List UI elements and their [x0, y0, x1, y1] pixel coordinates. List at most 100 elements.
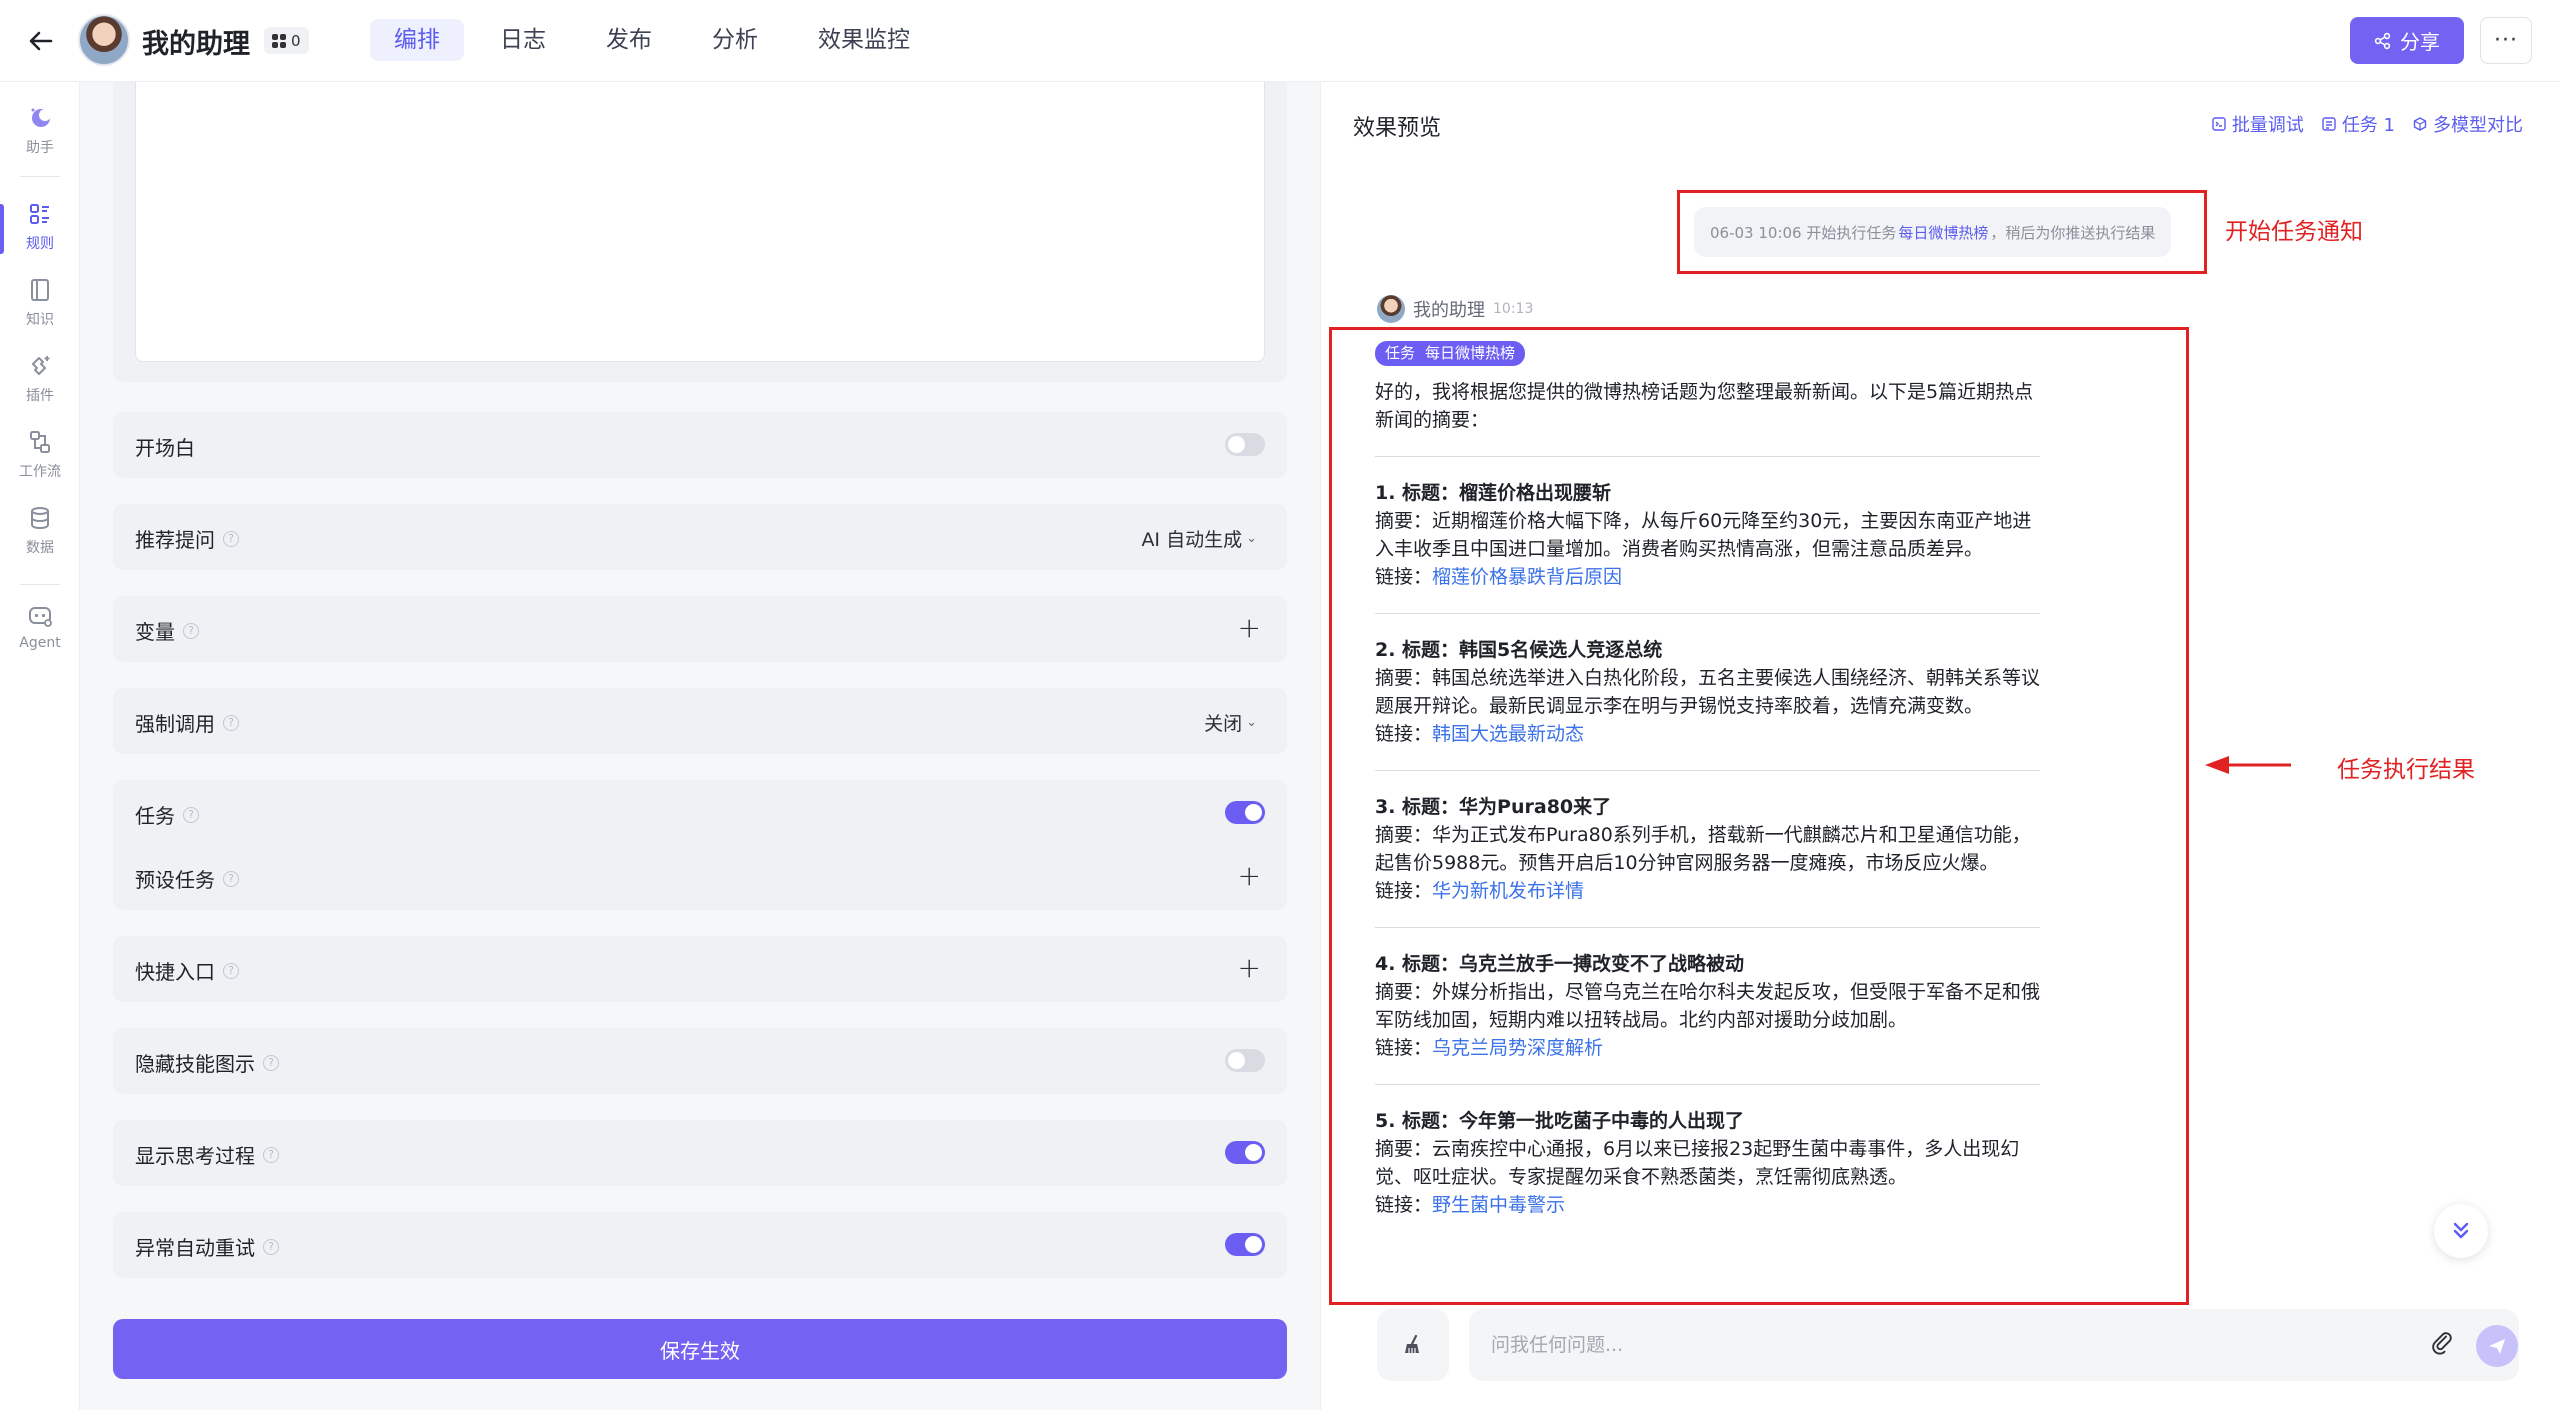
- divider: [1375, 613, 2040, 614]
- tasks-button[interactable]: 任务 1: [2322, 111, 2395, 137]
- hide-skill-toggle[interactable]: [1225, 1049, 1265, 1072]
- share-icon: [2374, 32, 2391, 49]
- model-compare-label: 多模型对比: [2433, 115, 2523, 136]
- bot-avatar: [1377, 295, 1405, 323]
- scroll-to-bottom-button[interactable]: [2434, 1204, 2488, 1258]
- auto-retry-toggle[interactable]: [1225, 1233, 1265, 1256]
- opening-toggle[interactable]: [1225, 433, 1265, 456]
- rail-item-rules[interactable]: 规则: [0, 200, 80, 266]
- notice-task-link[interactable]: 每日微博热榜: [1898, 222, 1988, 243]
- link-label: 链接：: [1375, 566, 1433, 588]
- news-link[interactable]: 韩国大选最新动态: [1432, 723, 1584, 745]
- batch-debug-button[interactable]: 批量调试: [2212, 111, 2304, 137]
- chat-input[interactable]: [1491, 1327, 2351, 1363]
- start-notice-callout: 开始任务通知: [2225, 219, 2363, 245]
- share-button[interactable]: 分享: [2350, 17, 2464, 64]
- help-icon[interactable]: ?: [263, 1054, 279, 1071]
- shortcut-text: 快捷入口: [135, 960, 215, 984]
- rail-item-data[interactable]: 数据: [0, 504, 80, 570]
- component-count-badge[interactable]: 0: [264, 27, 309, 54]
- suggest-row: 推荐提问? AI 自动生成 ⌄: [113, 504, 1287, 570]
- help-icon[interactable]: ?: [223, 714, 239, 731]
- divider: [1375, 770, 2040, 771]
- show-thinking-text: 显示思考过程: [135, 1144, 255, 1168]
- tab-monitoring[interactable]: 效果监控: [794, 19, 934, 61]
- rail-label: 工作流: [19, 464, 61, 480]
- rail-item-agent[interactable]: Agent: [0, 602, 80, 668]
- news-link-row: 链接：韩国大选最新动态: [1375, 720, 2040, 748]
- clear-chat-button[interactable]: [1377, 1309, 1449, 1381]
- batch-debug-icon: [2212, 117, 2226, 131]
- left-rail: 助手 规则 知识 插件 工作流 数据 Agent: [0, 82, 80, 1410]
- task-list-icon: [2322, 117, 2336, 131]
- send-button[interactable]: [2476, 1325, 2518, 1367]
- tasks-toggle[interactable]: [1225, 801, 1265, 824]
- news-item: 1. 标题：榴莲价格出现腰斩 摘要：近期榴莲价格大幅下降，从每斤60元降至约30…: [1375, 479, 2040, 591]
- link-label: 链接：: [1375, 1194, 1433, 1216]
- assistant-avatar[interactable]: [78, 14, 130, 66]
- chevron-down-icon: ⌄: [1246, 715, 1257, 730]
- help-icon[interactable]: ?: [223, 530, 239, 547]
- suggest-text: 推荐提问: [135, 528, 215, 552]
- tab-analytics[interactable]: 分析: [688, 19, 782, 61]
- news-title: 2. 标题：韩国5名候选人竞逐总统: [1375, 639, 1663, 661]
- news-link[interactable]: 野生菌中毒警示: [1432, 1194, 1565, 1216]
- save-button[interactable]: 保存生效: [113, 1319, 1287, 1379]
- rail-item-workflow[interactable]: 工作流: [0, 428, 80, 494]
- tab-orchestrate[interactable]: 编排: [370, 19, 464, 61]
- more-button[interactable]: ···: [2480, 17, 2532, 64]
- double-chevron-down-icon: [2453, 1222, 2469, 1239]
- tasks-text: 任务: [135, 804, 175, 828]
- batch-debug-label: 批量调试: [2231, 115, 2304, 136]
- help-icon[interactable]: ?: [223, 962, 239, 979]
- tab-publish[interactable]: 发布: [582, 19, 676, 61]
- prompt-editor[interactable]: [135, 82, 1265, 362]
- add-variable-button[interactable]: +: [1238, 614, 1261, 642]
- news-title: 1. 标题：榴莲价格出现腰斩: [1375, 482, 1612, 504]
- rail-item-assistant[interactable]: 助手: [0, 104, 80, 170]
- help-icon[interactable]: ?: [263, 1238, 279, 1255]
- rail-item-plugins[interactable]: 插件: [0, 352, 80, 418]
- divider: [1375, 1084, 2040, 1085]
- top-bar: 我的助理 0 编排 日志 发布 分析 效果监控 分享 ···: [0, 0, 2559, 82]
- force-call-select[interactable]: 关闭 ⌄: [1204, 709, 1257, 736]
- model-compare-button[interactable]: 多模型对比: [2413, 111, 2523, 137]
- link-label: 链接：: [1375, 1037, 1433, 1059]
- cube-icon: [2413, 117, 2427, 131]
- link-label: 链接：: [1375, 723, 1433, 745]
- news-link[interactable]: 华为新机发布详情: [1432, 880, 1584, 902]
- add-preset-task-button[interactable]: +: [1238, 862, 1261, 890]
- add-shortcut-button[interactable]: +: [1238, 954, 1261, 982]
- opening-text: 开场白: [135, 436, 195, 460]
- tab-logs[interactable]: 日志: [476, 19, 570, 61]
- auto-retry-text: 异常自动重试: [135, 1236, 255, 1260]
- help-icon[interactable]: ?: [263, 1146, 279, 1163]
- attachment-icon[interactable]: [2429, 1331, 2457, 1359]
- variables-text: 变量: [135, 620, 175, 644]
- news-link[interactable]: 乌克兰局势深度解析: [1432, 1037, 1603, 1059]
- force-call-row: 强制调用? 关闭 ⌄: [113, 688, 1287, 754]
- bot-message-header: 我的助理 10:13: [1377, 295, 1533, 323]
- back-arrow-icon[interactable]: [24, 24, 58, 58]
- news-link[interactable]: 榴莲价格暴跌背后原因: [1432, 566, 1622, 588]
- suggest-select[interactable]: AI 自动生成 ⌄: [1141, 525, 1257, 552]
- suggest-label: 推荐提问?: [135, 524, 239, 553]
- show-thinking-toggle[interactable]: [1225, 1141, 1265, 1164]
- help-icon[interactable]: ?: [183, 622, 199, 639]
- plugin-icon: [32, 356, 50, 375]
- show-thinking-row: 显示思考过程?: [113, 1120, 1287, 1186]
- hide-skill-label: 隐藏技能图示?: [135, 1048, 279, 1077]
- database-icon: [31, 507, 49, 530]
- task-tag[interactable]: 任务 每日微博热榜: [1375, 340, 1526, 366]
- tasks-row: 任务? 预设任务? +: [113, 780, 1287, 910]
- badge-count: 0: [291, 31, 301, 50]
- prompt-card: [113, 82, 1287, 382]
- help-icon[interactable]: ?: [223, 870, 239, 887]
- knowledge-icon: [31, 279, 49, 301]
- help-icon[interactable]: ?: [183, 806, 199, 823]
- task-tag-name: 每日微博热榜: [1425, 344, 1516, 362]
- rail-label: Agent: [19, 635, 61, 651]
- config-panel: 开场白 推荐提问? AI 自动生成 ⌄ 变量? + 强制调用? 关闭 ⌄ 任务? 预…: [80, 82, 1320, 1410]
- variables-label: 变量?: [135, 616, 199, 645]
- rail-item-knowledge[interactable]: 知识: [0, 276, 80, 342]
